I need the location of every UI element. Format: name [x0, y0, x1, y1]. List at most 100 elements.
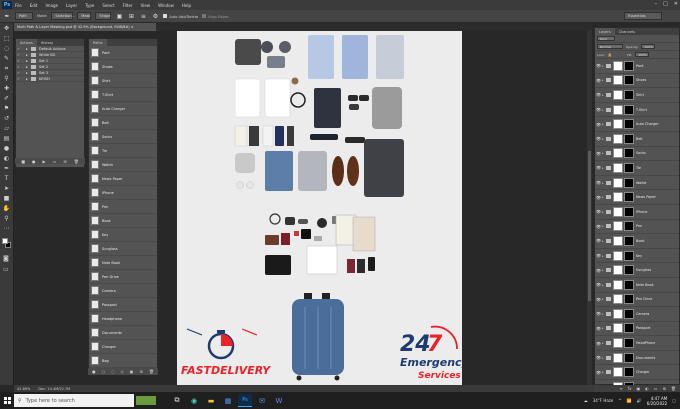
quick-select-tool-icon[interactable]: ✎ [1, 54, 13, 63]
make-mask-button[interactable]: Mask [77, 12, 92, 20]
eye-icon[interactable]: 👁 [595, 253, 602, 258]
eye-icon[interactable]: 👁 [595, 136, 602, 141]
layer-row[interactable]: 👁 ▸ Charger [595, 365, 679, 381]
path-arrangement-icon[interactable]: ≡ [139, 12, 147, 20]
menu-window[interactable]: Window [158, 3, 174, 8]
dodge-tool-icon[interactable]: ◐ [1, 154, 13, 163]
new-action-icon[interactable]: ⊞ [63, 159, 66, 164]
record-icon[interactable]: ● [32, 159, 36, 164]
layer-mask-thumbnail[interactable] [624, 148, 634, 159]
menu-filter[interactable]: Filter [123, 3, 133, 8]
layer-row[interactable]: 👁 ▸ Camera [595, 307, 679, 322]
type-tool-icon[interactable]: T [1, 174, 13, 183]
new-set-icon[interactable]: ▭ [53, 159, 57, 164]
tab-paths[interactable]: Paths [89, 39, 107, 46]
file-explorer-icon[interactable]: ▬ [204, 394, 218, 407]
clone-stamp-tool-icon[interactable]: ⚑ [1, 104, 13, 113]
layer-row[interactable]: 👁 ▸ T-Shirt [595, 103, 679, 118]
layer-kind-select[interactable]: Kind [597, 36, 615, 41]
make-shape-button[interactable]: Shape [95, 12, 112, 20]
weather-text[interactable]: 34°F Haze [593, 398, 614, 403]
layer-mask-thumbnail[interactable] [624, 119, 634, 130]
path-row[interactable]: Pen Drive [89, 270, 157, 284]
eye-icon[interactable]: 👁 [595, 209, 602, 214]
layer-mask-thumbnail[interactable] [624, 308, 634, 319]
brush-tool-icon[interactable]: ✐ [1, 94, 13, 103]
layer-row[interactable]: 👁 ▸ Wallet [595, 176, 679, 191]
layer-mask-thumbnail[interactable] [624, 75, 634, 86]
layer-mask-thumbnail[interactable] [624, 323, 634, 334]
toggle-check-icon[interactable]: ✓ [16, 59, 21, 63]
path-selection-tool-icon[interactable]: ➤ [1, 184, 13, 193]
eye-icon[interactable]: 👁 [595, 107, 602, 112]
path-row[interactable]: Charger [89, 340, 157, 354]
volume-icon[interactable]: 🔊 [637, 398, 642, 403]
layer-row[interactable]: 👁 ▸ Belt [595, 132, 679, 147]
layer-mask-thumbnail[interactable] [624, 89, 634, 100]
align-edges-checkbox[interactable]: Align Edges [202, 13, 229, 19]
photoshop-taskbar-icon[interactable]: Ps [238, 394, 252, 407]
network-icon[interactable]: 📶 [627, 398, 632, 403]
mail-icon[interactable]: ✉ [255, 394, 269, 407]
path-row[interactable]: Pant [89, 46, 157, 60]
lasso-tool-icon[interactable]: ◌ [1, 44, 13, 53]
blur-tool-icon[interactable]: ● [1, 144, 13, 153]
healing-tool-icon[interactable]: ✚ [1, 84, 13, 93]
gradient-tool-icon[interactable]: ▤ [1, 134, 13, 143]
eye-icon[interactable]: 👁 [595, 122, 602, 127]
clock[interactable]: 4:47 AM 6/20/2022 [647, 396, 668, 406]
toggle-check-icon[interactable]: ✓ [16, 65, 21, 69]
close-button[interactable]: ✕ [674, 1, 678, 7]
layer-row[interactable]: 👁 ▸ Shoes [595, 74, 679, 89]
pen-tool-icon[interactable]: ✒ [3, 12, 11, 20]
eye-icon[interactable]: 👁 [595, 224, 602, 229]
path-operations-icon[interactable]: ▣ [115, 12, 123, 20]
layer-row[interactable]: 👁 ▸ Documents [595, 351, 679, 366]
toggle-check-icon[interactable]: ✓ [16, 53, 21, 57]
path-row[interactable]: Bag [89, 354, 157, 368]
path-row[interactable]: Book [89, 214, 157, 228]
gear-icon[interactable]: ⚙ [151, 12, 159, 20]
weather-icon[interactable]: ☁ [584, 398, 588, 403]
canvas-scrollbar[interactable] [587, 31, 592, 385]
toggle-check-icon[interactable]: ✓ [16, 47, 21, 51]
tab-actions[interactable]: Actions [16, 39, 37, 46]
eraser-tool-icon[interactable]: ▱ [1, 124, 13, 133]
layer-row[interactable]: 👁 ▸ Pen Drive [595, 293, 679, 308]
maximize-button[interactable]: □ [663, 1, 668, 7]
layer-row[interactable]: 👁 ▸ Tie [595, 161, 679, 176]
path-row[interactable]: Shirt [89, 74, 157, 88]
stop-icon[interactable]: ■ [21, 159, 25, 164]
action-set-row[interactable]: ✓ ▸ KRISH [16, 76, 84, 82]
layer-row[interactable]: 👁 ▸ Shirt [595, 88, 679, 103]
menu-edit[interactable]: Edit [30, 3, 38, 8]
lock-icon[interactable]: 🔒 [608, 53, 612, 57]
layer-row[interactable]: 👁 ▸ HeadPhone [595, 336, 679, 351]
eye-icon[interactable]: 👁 [595, 92, 602, 97]
path-row[interactable]: T-Shirt [89, 88, 157, 102]
path-row[interactable]: Headphone [89, 312, 157, 326]
eye-icon[interactable]: 👁 [595, 282, 602, 287]
layer-row[interactable]: 👁 ▸ Passport [595, 322, 679, 337]
add-mask-icon[interactable]: ▣ [130, 369, 134, 374]
layer-mask-thumbnail[interactable] [624, 265, 634, 276]
layer-mask-thumbnail[interactable] [624, 279, 634, 290]
layer-row[interactable]: 👁 ▸ Pant [595, 59, 679, 74]
toggle-check-icon[interactable]: ✓ [16, 77, 21, 81]
make-work-path-icon[interactable]: ◇ [121, 369, 124, 374]
marquee-tool-icon[interactable]: ⬚ [1, 34, 13, 43]
blend-mode-select[interactable]: Normal [597, 44, 623, 49]
fill-input[interactable]: 100% [635, 52, 650, 57]
menu-image[interactable]: Image [45, 3, 58, 8]
new-path-icon[interactable]: ⊞ [139, 369, 142, 374]
search-highlight-image[interactable] [136, 396, 156, 405]
play-icon[interactable]: ▶ [42, 159, 45, 164]
eye-icon[interactable]: 👁 [595, 63, 602, 68]
zoom-level[interactable]: 42.89% [17, 387, 30, 391]
eye-icon[interactable]: 👁 [595, 297, 602, 302]
load-selection-icon[interactable]: ◌ [111, 369, 115, 374]
add-mask-icon[interactable]: ▣ [637, 386, 641, 391]
eye-icon[interactable]: 👁 [595, 311, 602, 316]
trash-icon[interactable]: 🗑 [149, 369, 154, 374]
path-row[interactable]: Key [89, 228, 157, 242]
